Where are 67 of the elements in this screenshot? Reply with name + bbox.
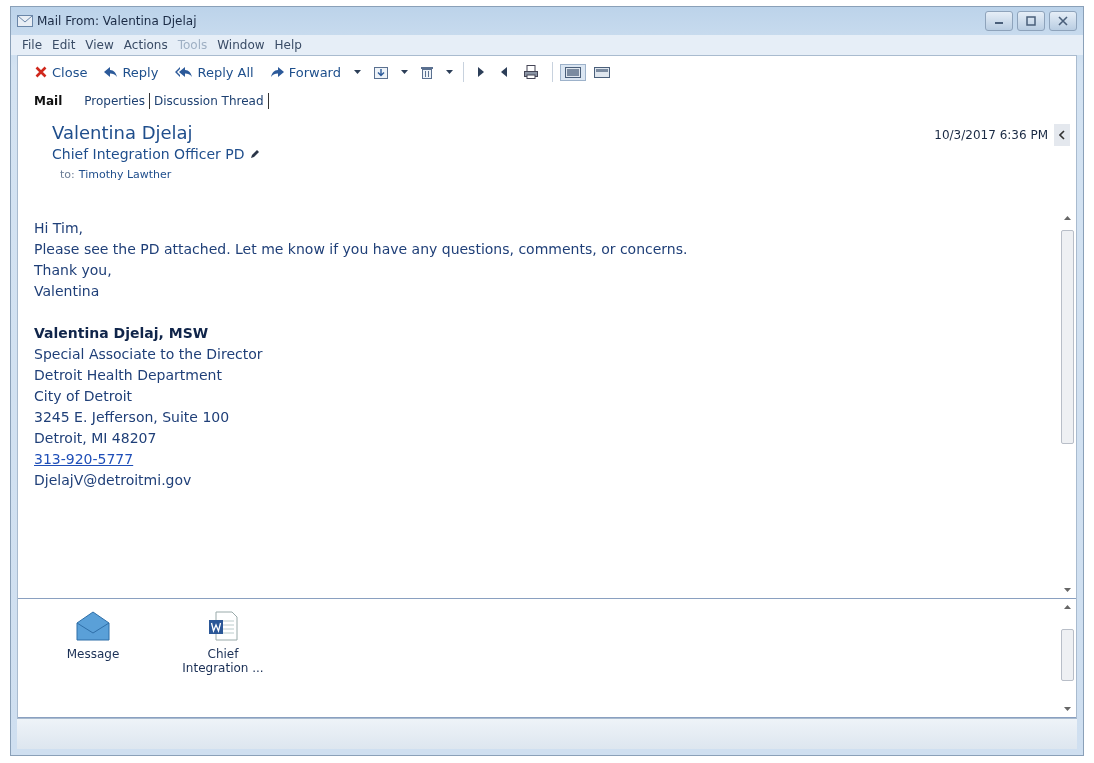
layout-icon	[594, 66, 610, 78]
date-text: 10/3/2017 6:36 PM	[934, 128, 1048, 142]
forward-button[interactable]: Forward	[263, 61, 348, 83]
layout-icon	[565, 66, 581, 78]
signature-line: Valentina Djelaj, MSW	[34, 324, 210, 343]
attachment-name: Message	[65, 647, 121, 661]
document-icon	[208, 611, 238, 641]
phone-link[interactable]: 313-920-5777	[34, 449, 134, 470]
scroll-up-icon	[1064, 605, 1071, 609]
view-button[interactable]	[560, 63, 586, 81]
subject-text: Chief Integration Officer PD	[52, 146, 245, 162]
window-title: Mail From: Valentina Djelaj	[37, 14, 197, 28]
tab[interactable]: Mail	[30, 93, 67, 109]
scroll-up-icon	[1064, 216, 1071, 220]
scroll-down-icon	[1064, 707, 1071, 711]
forward-arrow-icon	[270, 66, 284, 78]
message-line: Thank you,	[34, 261, 113, 280]
mail-icon	[17, 15, 33, 27]
pencil-icon	[250, 149, 261, 159]
message-line: Valentina	[34, 282, 101, 301]
signature-line: Detroit, MI 48207	[34, 429, 158, 448]
signature-line: 3245 E. Jefferson, Suite 100	[34, 408, 231, 427]
close-button[interactable]	[1049, 11, 1077, 31]
reply-button[interactable]: Reply	[97, 61, 166, 83]
envelope-icon	[76, 611, 110, 641]
caret-icon	[401, 70, 408, 74]
caret-icon	[446, 70, 453, 74]
menu-item[interactable]: View	[80, 38, 119, 52]
folder-arrow-icon	[374, 65, 388, 79]
tab[interactable]: Properties	[80, 93, 150, 109]
tab[interactable]: Discussion Thread	[149, 93, 269, 109]
caret-icon	[354, 70, 361, 74]
reply-all-arrow-icon	[175, 66, 193, 78]
chevron-left-icon	[1059, 130, 1065, 140]
scrollbar-thumb[interactable]	[1061, 230, 1074, 444]
left-triangle-icon	[501, 67, 507, 77]
maximize-icon	[1026, 16, 1036, 26]
printer-icon	[524, 65, 538, 79]
menu-item[interactable]: Actions	[118, 38, 173, 52]
menu-item[interactable]: Edit	[47, 38, 81, 52]
close-button[interactable]: Close	[28, 61, 95, 83]
message-line: Please see the PD attached. Let me know if you have any questions, comments, or concerns.	[34, 240, 689, 259]
scroll-down-icon	[1064, 588, 1071, 592]
signature-line: Detroit Health Department	[34, 366, 223, 385]
menu-item[interactable]: File	[17, 38, 48, 52]
collapse-button[interactable]	[1054, 124, 1070, 146]
right-triangle-icon	[478, 67, 484, 77]
sender-name: Valentina Djelaj	[52, 122, 194, 143]
close-icon	[1058, 16, 1068, 26]
maximize-button[interactable]	[1017, 11, 1045, 31]
attachment-name: Chief Integration ...	[181, 647, 265, 675]
reply-all-button[interactable]: Reply All	[168, 61, 261, 83]
close-icon	[35, 66, 47, 78]
signature-line: City of Detroit	[34, 387, 134, 406]
trash-icon	[421, 65, 433, 79]
menu-item[interactable]: Window	[212, 38, 270, 52]
signature-line: DjelajV@detroitmi.gov	[34, 471, 193, 490]
message-line: Hi Tim,	[34, 219, 84, 238]
reply-arrow-icon	[104, 66, 118, 78]
signature-line: Special Associate to the Director	[34, 345, 264, 364]
attachment-item[interactable]: Message	[48, 611, 138, 705]
scrollbar-thumb[interactable]	[1061, 629, 1074, 681]
minimize-button[interactable]	[985, 11, 1013, 31]
menu-item[interactable]: Help	[269, 38, 307, 52]
attachment-item[interactable]: Chief Integration ...	[178, 611, 268, 705]
to-label: to:	[60, 168, 75, 181]
recipient-name: Timothy Lawther	[78, 168, 172, 181]
